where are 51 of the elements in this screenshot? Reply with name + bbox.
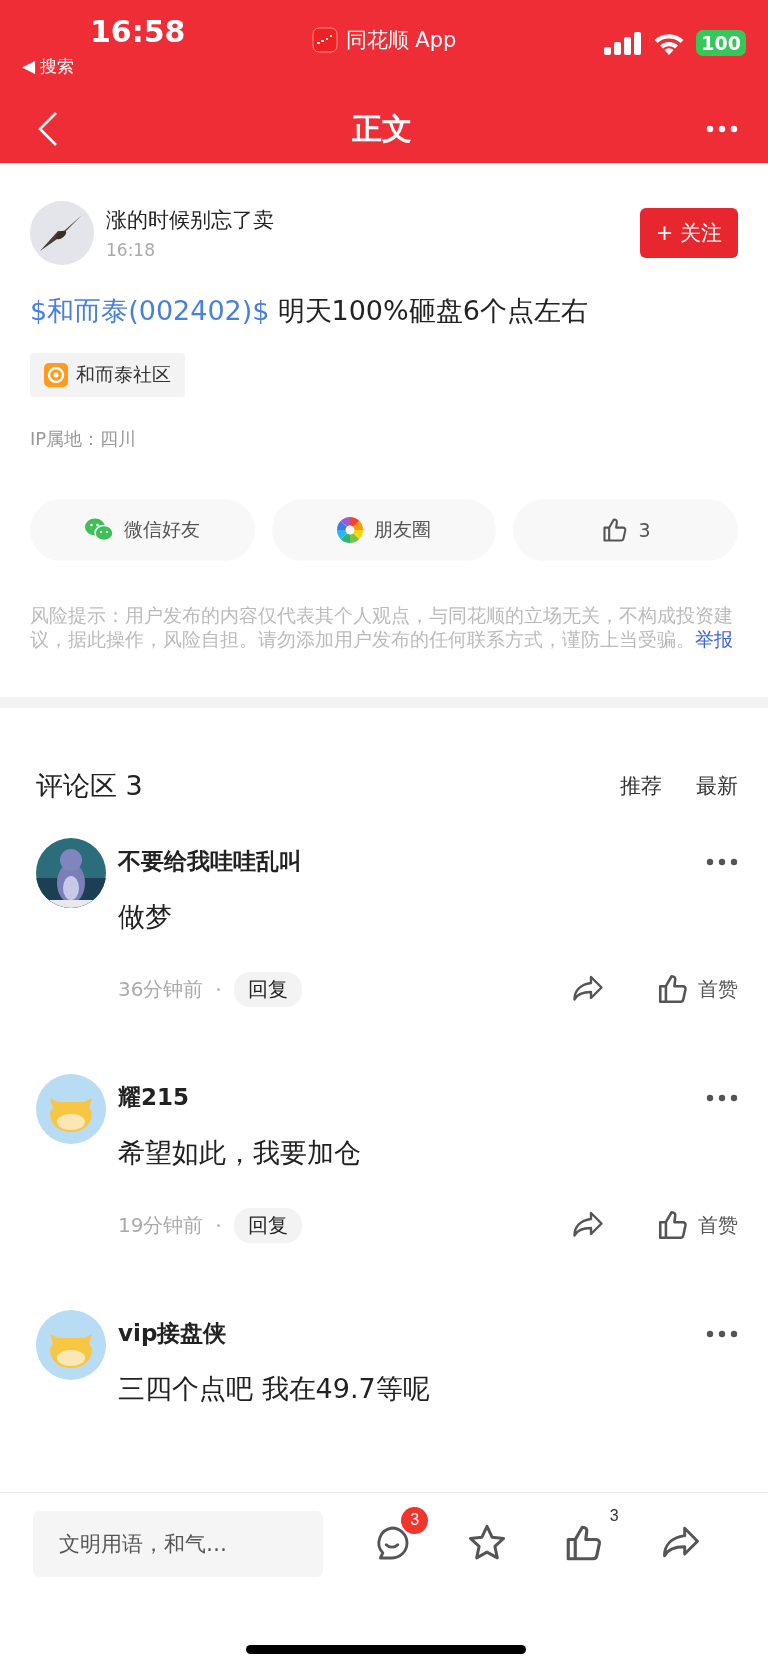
aperture-icon: [336, 516, 365, 544]
commenter-name: vip接盘侠: [118, 1319, 227, 1348]
back-to-app-link[interactable]: ◀ 搜索: [22, 49, 222, 78]
status-time: 16:58: [89, 13, 187, 49]
comment-input[interactable]: 文明用语，和气…: [33, 1511, 323, 1577]
commenter-name: 耀215: [118, 1083, 189, 1112]
thumbs-up-icon: [656, 972, 690, 1006]
post-text: $和而泰(002402)$ 明天100%砸盘6个点左右: [30, 294, 589, 328]
more-icon[interactable]: [706, 1329, 738, 1338]
author-name: 涨的时候别忘了卖: [106, 207, 275, 234]
risk-notice: 风险提示：用户发布的内容仅代表其个人观点，与同花顺的立场无关，不构成投资建议，据此操作，风险自担。请勿添加用户发布的任何联系方式，谨防上当受骗。举报: [30, 603, 734, 651]
avatar-icon: [36, 1074, 106, 1144]
community-tag[interactable]: 和而泰社区: [30, 353, 185, 397]
like-button[interactable]: 首赞: [656, 1208, 738, 1242]
page-title: 正文: [352, 109, 412, 148]
share-button[interactable]: 微信好友: [30, 499, 255, 561]
comment-time: 36分钟前: [118, 975, 204, 1003]
like-button[interactable]: 3: [562, 1506, 621, 1568]
comments-button[interactable]: 3: [372, 1506, 429, 1568]
more-icon[interactable]: [706, 1093, 738, 1102]
share-button[interactable]: 3: [513, 499, 738, 561]
app-icon: [311, 27, 338, 53]
back-icon[interactable]: [38, 111, 58, 147]
report-link[interactable]: 举报: [695, 628, 733, 650]
community-icon: [44, 363, 68, 387]
avatar-icon: [36, 1310, 106, 1380]
share-button[interactable]: 朋友圈: [271, 499, 497, 561]
comment-count-badge: 3: [401, 1506, 429, 1534]
sort-option[interactable]: 推荐: [620, 772, 662, 800]
like-count: 3: [609, 1506, 619, 1525]
reply-button[interactable]: 回复: [234, 971, 303, 1007]
comment-text: 希望如此，我要加仓: [118, 1136, 362, 1170]
sort-option[interactable]: 最新: [696, 772, 738, 800]
comment-text: 三四个点吧 我在49.7等呢: [118, 1372, 431, 1406]
more-icon[interactable]: [706, 857, 738, 866]
reply-button[interactable]: 回复: [234, 1207, 303, 1243]
app-name: 同花顺 App: [345, 27, 457, 54]
comment-text: 做梦: [118, 900, 173, 934]
comment-time: 19分钟前: [118, 1211, 204, 1239]
thumbs-up-icon: [656, 1208, 690, 1242]
battery-level: 100: [696, 30, 746, 56]
more-icon[interactable]: [706, 125, 738, 133]
thumbs-up-icon: [600, 516, 629, 544]
ip-location: IP属地：四川: [30, 427, 138, 451]
follow-button[interactable]: + 关注: [639, 208, 738, 258]
chat-bubbles-icon: [84, 517, 115, 543]
commenter-name: 不要给我哇哇乱叫: [118, 847, 302, 876]
comments-title: 评论区 3: [36, 769, 144, 803]
signal-icon: [604, 31, 643, 55]
post-time: 16:18: [106, 240, 156, 260]
like-button[interactable]: 首赞: [656, 972, 738, 1006]
